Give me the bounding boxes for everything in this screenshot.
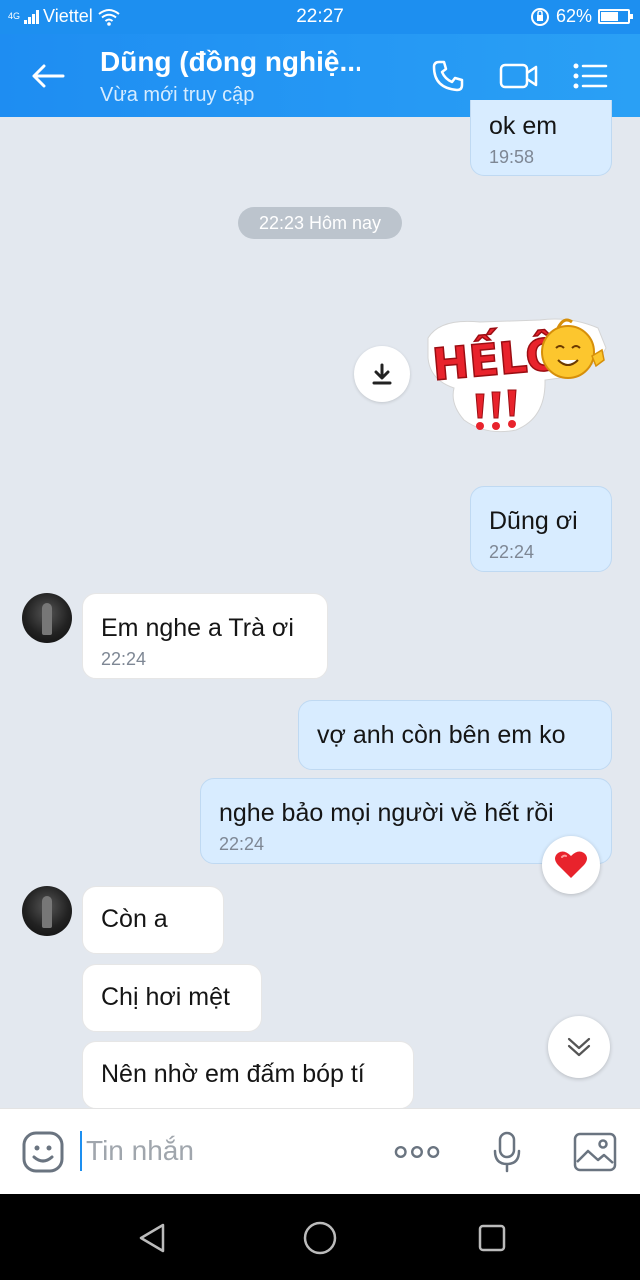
message-bubble-incoming[interactable]: Còn a [82, 886, 224, 954]
list-menu-icon [573, 63, 608, 89]
message-time: 22:24 [101, 649, 147, 669]
voice-call-button[interactable] [426, 56, 470, 96]
nav-home-button[interactable] [298, 1216, 342, 1260]
nav-back-button[interactable] [130, 1216, 174, 1260]
emoji-button[interactable] [20, 1129, 66, 1175]
message-text: vợ anh còn bên em ko [317, 721, 566, 749]
contact-status: Vừa mới truy cập [100, 84, 255, 106]
battery-percent: 62% [555, 6, 592, 26]
message-bubble-incoming[interactable]: Chị hơi mệt [82, 964, 262, 1032]
download-icon [372, 363, 392, 385]
more-dots-icon [394, 1146, 440, 1158]
circle-home-icon [303, 1221, 337, 1255]
reaction-button[interactable] [542, 836, 600, 894]
contact-name[interactable]: Dũng (đồng nghiệ... [100, 46, 360, 78]
microphone-icon [493, 1131, 521, 1173]
download-sticker-button[interactable] [354, 346, 410, 402]
nav-recents-button[interactable] [470, 1216, 514, 1260]
date-separator: 22:23 Hôm nay [238, 207, 402, 239]
square-recents-icon [478, 1224, 506, 1252]
contact-avatar[interactable] [22, 886, 72, 936]
message-input[interactable] [80, 1131, 370, 1171]
data-saver-icon [530, 7, 549, 26]
message-text: Nên nhờ em đấm bóp tí [101, 1060, 365, 1088]
double-chevron-down-icon [567, 1037, 591, 1057]
voice-record-button[interactable] [484, 1129, 530, 1175]
message-text: ok em [489, 112, 558, 140]
message-time: 19:58 [489, 147, 535, 167]
message-bubble-incoming[interactable]: Em nghe a Trà ơi 22:24 [82, 593, 328, 679]
scroll-to-bottom-button[interactable] [548, 1016, 610, 1078]
triangle-back-icon [139, 1223, 165, 1253]
status-right: 62% [530, 6, 633, 27]
battery-icon [598, 9, 633, 24]
message-bubble-incoming[interactable]: Nên nhờ em đấm bóp tí [82, 1041, 414, 1109]
image-icon [573, 1132, 617, 1172]
menu-button[interactable] [568, 56, 612, 96]
contact-avatar[interactable] [22, 593, 72, 643]
message-time: 22:24 [219, 834, 265, 854]
message-text: Dũng ơi [489, 507, 578, 535]
message-bubble-outgoing[interactable]: vợ anh còn bên em ko [298, 700, 612, 770]
battery-level [601, 12, 619, 21]
message-text: nghe bảo mọi người về hết rồi [219, 799, 554, 827]
video-call-button[interactable] [497, 56, 541, 96]
message-bubble-outgoing[interactable]: Dũng ơi 22:24 [470, 486, 612, 572]
video-camera-icon [499, 63, 538, 89]
status-bar: 4G Viettel 22:27 62% [0, 0, 640, 34]
message-text: Em nghe a Trà ơi [101, 614, 294, 642]
photo-gallery-button[interactable] [572, 1129, 618, 1175]
hello-sticker[interactable]: HẾLÔ [420, 308, 610, 438]
more-options-button[interactable] [394, 1129, 440, 1175]
message-bubble-outgoing[interactable]: ok em 19:58 [470, 100, 612, 176]
message-text: Chị hơi mệt [101, 983, 230, 1011]
emoji-icon [22, 1131, 64, 1173]
message-text: Còn a [101, 905, 168, 933]
phone-icon [432, 60, 464, 92]
back-button[interactable] [26, 56, 70, 96]
system-navigation-bar [0, 1194, 640, 1280]
message-composer [0, 1108, 640, 1194]
heart-icon [555, 851, 587, 878]
message-time: 22:24 [489, 542, 535, 562]
back-arrow-icon [32, 64, 65, 88]
